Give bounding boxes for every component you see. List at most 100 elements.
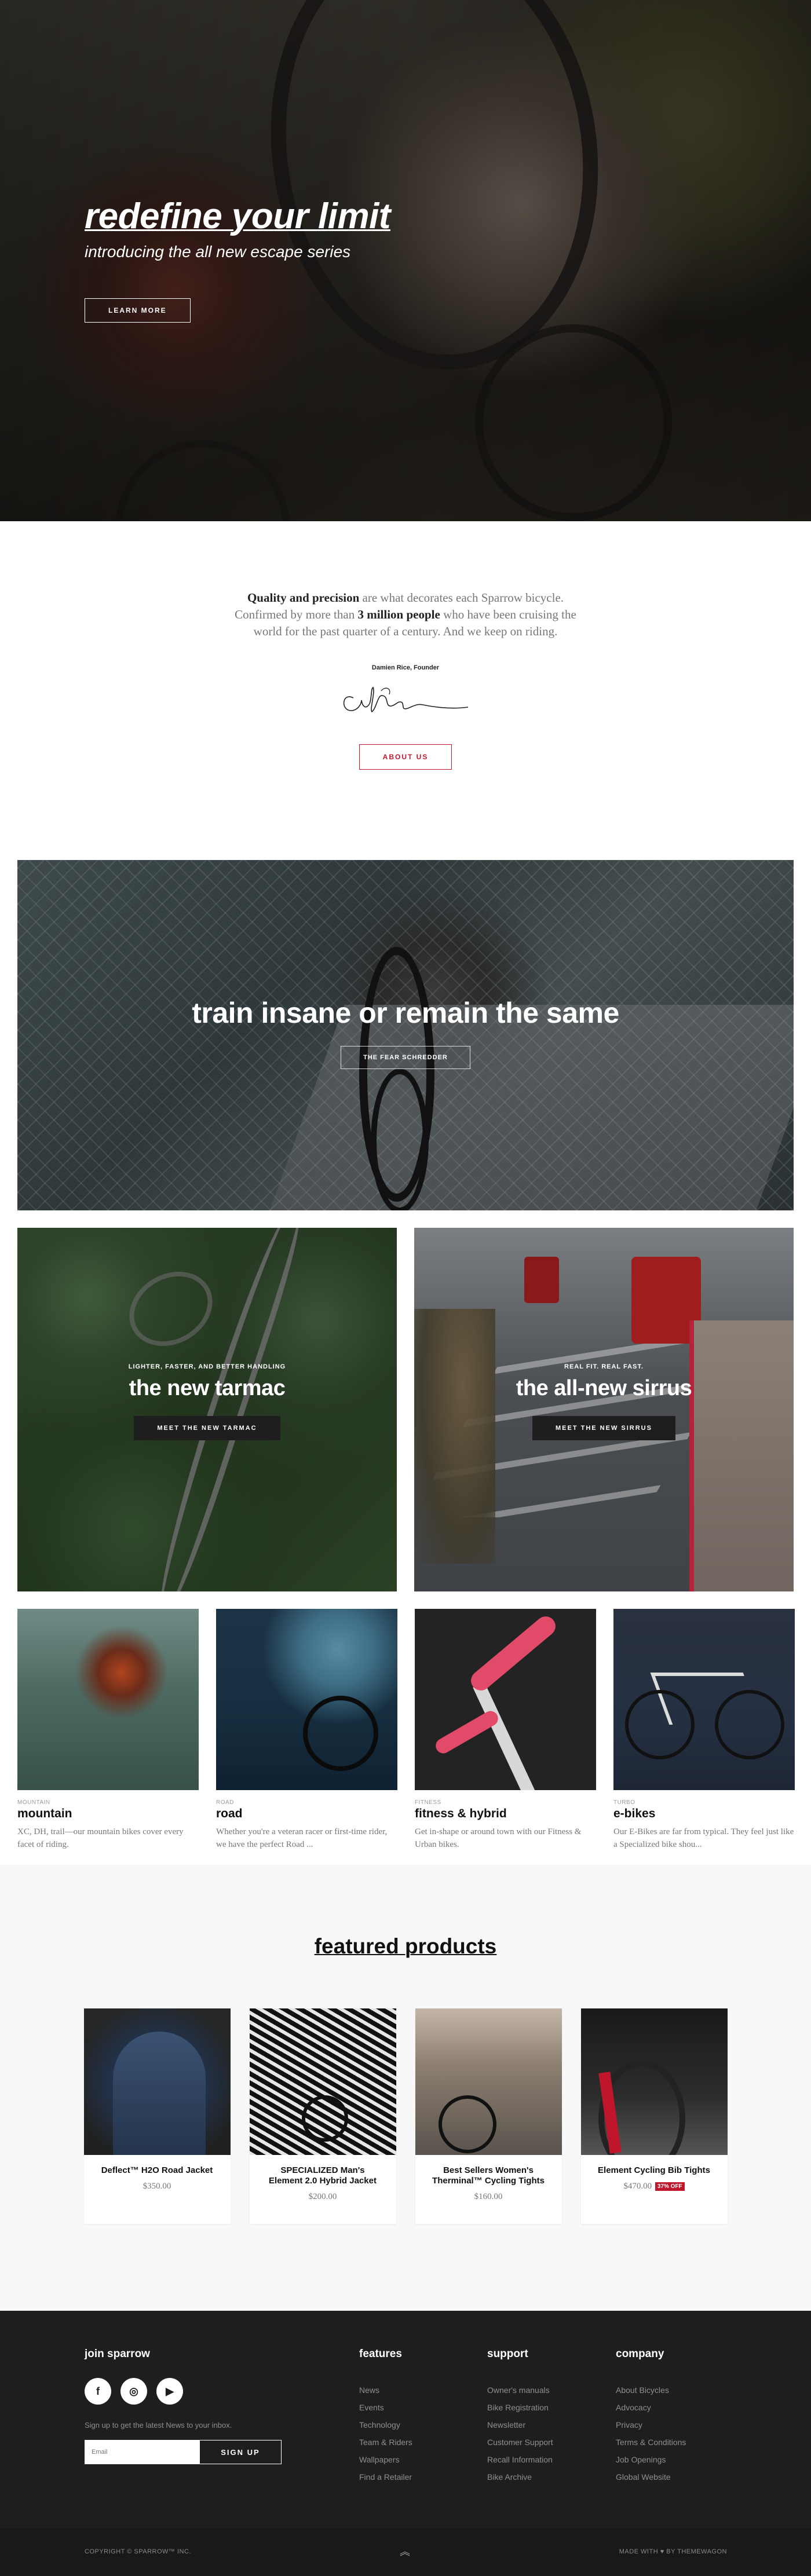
learn-more-button[interactable]: LEARN MORE bbox=[85, 298, 191, 323]
product-card[interactable]: Best Sellers Women's Therminal™ Cycling … bbox=[415, 2008, 562, 2224]
category-description: Get in-shape or around town with our Fit… bbox=[415, 1827, 582, 1849]
footer-link[interactable]: About Bicycles bbox=[616, 2381, 686, 2399]
category-description: XC, DH, trail—our mountain bikes cover e… bbox=[17, 1827, 184, 1849]
footer-link[interactable]: Global Website bbox=[616, 2468, 686, 2486]
footer-company: company About Bicycles Advocacy Privacy … bbox=[616, 2348, 686, 2486]
categories: MOUNTAIN mountain XC, DH, trail—our moun… bbox=[17, 1609, 795, 1849]
category-card-ebikes[interactable]: TURBO e-bikes Our E-Bikes are far from t… bbox=[613, 1609, 795, 1849]
promo-row: LIGHTER, FASTER, AND BETTER HANDLING the… bbox=[17, 1228, 794, 1591]
promo-sidewalk bbox=[689, 1320, 794, 1591]
category-label: ROAD bbox=[216, 1799, 234, 1806]
footer-link[interactable]: News bbox=[359, 2381, 412, 2399]
product-image[interactable] bbox=[83, 2008, 231, 2155]
fear-schredder-button[interactable]: THE FEAR SCHREDDER bbox=[341, 1046, 470, 1069]
promo-title: the all-new sirrus bbox=[516, 1376, 692, 1400]
category-description: Whether you're a veteran racer or first-… bbox=[216, 1827, 388, 1849]
sign-up-button[interactable]: SIGN UP bbox=[199, 2440, 282, 2464]
footer-link[interactable]: Wallpapers bbox=[359, 2451, 412, 2468]
product-price: $350.00 bbox=[143, 2182, 171, 2191]
category-card-fitness[interactable]: FITNESS fitness & hybrid Get in-shape or… bbox=[415, 1609, 596, 1849]
footer-link[interactable]: Job Openings bbox=[616, 2451, 686, 2468]
email-field[interactable] bbox=[85, 2440, 199, 2464]
product-name[interactable]: SPECIALIZED Man's Element 2.0 Hybrid Jac… bbox=[264, 2165, 382, 2186]
social-links: f ◎ ▶ bbox=[85, 2378, 282, 2405]
newsletter-form: SIGN UP bbox=[85, 2440, 282, 2464]
product-list: Deflect™ H2O Road Jacket $350.00 SPECIAL… bbox=[0, 2008, 811, 2224]
category-card-road[interactable]: ROAD road Whether you're a veteran racer… bbox=[216, 1609, 397, 1849]
about-quote: Quality and precision are what decorates… bbox=[226, 590, 585, 640]
product-name[interactable]: Deflect™ H2O Road Jacket bbox=[98, 2165, 217, 2176]
newsletter-note: Sign up to get the latest News to your i… bbox=[85, 2421, 232, 2429]
made-with-credit[interactable]: MADE WITH ♥ BY THEMEWAGON bbox=[619, 2548, 727, 2555]
category-image[interactable] bbox=[613, 1609, 795, 1790]
bike-frame bbox=[473, 1682, 543, 1790]
jacket-hood bbox=[112, 2032, 206, 2155]
banner-bike-wheel bbox=[371, 1069, 429, 1210]
footer-link[interactable]: Technology bbox=[359, 2416, 412, 2434]
category-label: FITNESS bbox=[415, 1799, 441, 1806]
category-label: MOUNTAIN bbox=[17, 1799, 50, 1806]
footer-link[interactable]: Events bbox=[359, 2399, 412, 2416]
product-card[interactable]: Deflect™ H2O Road Jacket $350.00 bbox=[83, 2008, 231, 2224]
founder-signature bbox=[343, 686, 469, 713]
meet-sirrus-button[interactable]: MEET THE NEW SIRRUS bbox=[532, 1416, 675, 1440]
bike-wheel bbox=[625, 1690, 695, 1759]
product-image[interactable] bbox=[415, 2008, 562, 2155]
product-name[interactable]: Element Cycling Bib Tights bbox=[595, 2165, 714, 2176]
footer-link[interactable]: Owner's manuals bbox=[487, 2381, 553, 2399]
product-card[interactable]: Element Cycling Bib Tights $470.00 37% O… bbox=[580, 2008, 728, 2224]
footer-link-list: About Bicycles Advocacy Privacy Terms & … bbox=[616, 2381, 686, 2486]
category-title[interactable]: e-bikes bbox=[613, 1807, 795, 1821]
footer-link[interactable]: Terms & Conditions bbox=[616, 2434, 686, 2451]
category-image[interactable] bbox=[415, 1609, 596, 1790]
category-label: TURBO bbox=[613, 1799, 635, 1806]
founder-name: Damien Rice, Founder bbox=[371, 664, 440, 671]
promo-content: LIGHTER, FASTER, AND BETTER HANDLING the… bbox=[17, 1363, 397, 1440]
hero-content: redefine your limit introducing the all … bbox=[85, 196, 390, 323]
footer-link-list: Owner's manuals Bike Registration Newsle… bbox=[487, 2381, 553, 2486]
about-us-button[interactable]: ABOUT US bbox=[359, 744, 452, 770]
back-to-top-icon[interactable]: ︽ bbox=[400, 2544, 411, 2559]
facebook-icon[interactable]: f bbox=[85, 2378, 111, 2405]
bike-wheel bbox=[301, 2095, 348, 2142]
bike-handlebar bbox=[433, 1708, 501, 1757]
footer-heading: support bbox=[487, 2348, 528, 2360]
category-title[interactable]: fitness & hybrid bbox=[415, 1807, 596, 1821]
footer-link[interactable]: Bike Archive bbox=[487, 2468, 553, 2486]
product-price-row: $470.00 37% OFF bbox=[581, 2182, 728, 2191]
product-image[interactable] bbox=[580, 2008, 728, 2155]
banner-title: train insane or remain the same bbox=[192, 997, 619, 1029]
product-card[interactable]: SPECIALIZED Man's Element 2.0 Hybrid Jac… bbox=[249, 2008, 396, 2224]
hero-subtitle: introducing the all new escape series bbox=[85, 243, 351, 261]
category-description: Our E-Bikes are far from typical. They f… bbox=[613, 1827, 794, 1849]
hero-section: redefine your limit introducing the all … bbox=[0, 0, 811, 521]
discount-badge: 37% OFF bbox=[655, 2182, 685, 2191]
category-card-mountain[interactable]: MOUNTAIN mountain XC, DH, trail—our moun… bbox=[17, 1609, 199, 1849]
footer-link[interactable]: Find a Retailer bbox=[359, 2468, 412, 2486]
footer-link[interactable]: Privacy bbox=[616, 2416, 686, 2434]
product-image[interactable] bbox=[249, 2008, 396, 2155]
meet-tarmac-button[interactable]: MEET THE NEW TARMAC bbox=[134, 1416, 280, 1440]
instagram-icon[interactable]: ◎ bbox=[120, 2378, 147, 2405]
category-title[interactable]: mountain bbox=[17, 1807, 199, 1821]
category-title[interactable]: road bbox=[216, 1807, 397, 1821]
bike-wheel bbox=[715, 1690, 784, 1759]
footer-link[interactable]: Recall Information bbox=[487, 2451, 553, 2468]
footer-link[interactable]: Advocacy bbox=[616, 2399, 686, 2416]
hero-title: redefine your limit bbox=[85, 196, 390, 236]
category-image[interactable] bbox=[216, 1609, 397, 1790]
footer: join sparrow f ◎ ▶ Sign up to get the la… bbox=[0, 2311, 811, 2529]
product-name[interactable]: Best Sellers Women's Therminal™ Cycling … bbox=[429, 2165, 548, 2186]
about-section: Quality and precision are what decorates… bbox=[0, 521, 811, 860]
bike-wheel bbox=[303, 1696, 378, 1771]
featured-products-section: featured products Deflect™ H2O Road Jack… bbox=[0, 1865, 811, 2311]
footer-link[interactable]: Bike Registration bbox=[487, 2399, 553, 2416]
promo-eyebrow: LIGHTER, FASTER, AND BETTER HANDLING bbox=[128, 1363, 286, 1370]
footer-features: features News Events Technology Team & R… bbox=[359, 2348, 412, 2486]
footer-link[interactable]: Team & Riders bbox=[359, 2434, 412, 2451]
category-image[interactable] bbox=[17, 1609, 199, 1790]
banner-content: train insane or remain the same THE FEAR… bbox=[17, 996, 794, 1069]
footer-link[interactable]: Customer Support bbox=[487, 2434, 553, 2451]
youtube-icon[interactable]: ▶ bbox=[156, 2378, 183, 2405]
footer-link[interactable]: Newsletter bbox=[487, 2416, 553, 2434]
